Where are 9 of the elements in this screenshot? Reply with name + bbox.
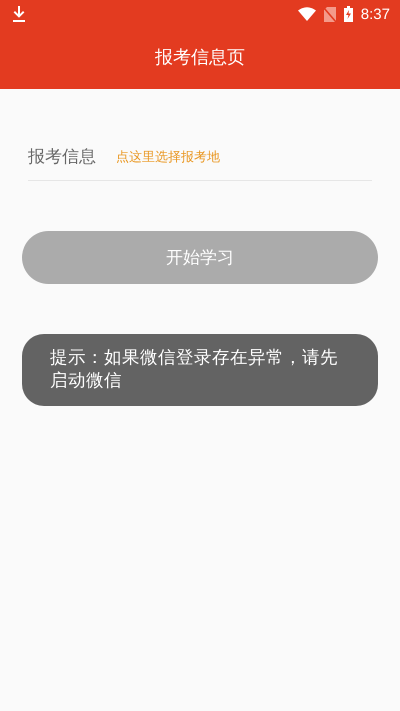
toast-message: 提示：如果微信登录存在异常，请先启动微信 xyxy=(22,334,378,406)
battery-charging-icon xyxy=(344,6,353,22)
download-icon xyxy=(12,6,26,22)
field-label: 报考信息 xyxy=(28,146,96,168)
select-location-link[interactable]: 点这里选择报考地 xyxy=(116,148,220,166)
no-sim-icon xyxy=(324,6,336,22)
wifi-icon xyxy=(298,7,316,21)
status-time: 8:37 xyxy=(360,6,390,22)
page-title: 报考信息页 xyxy=(154,46,246,70)
